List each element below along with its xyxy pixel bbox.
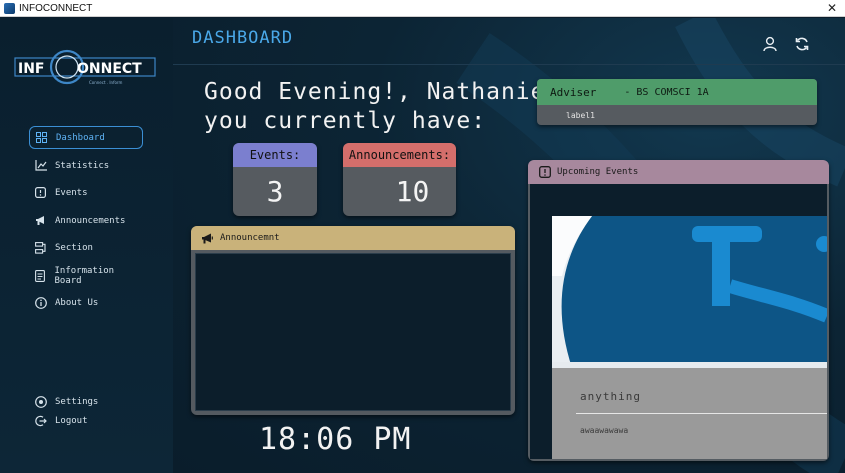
adviser-name: label1 xyxy=(566,110,595,120)
sidebar-item-label: Information Board xyxy=(54,265,115,286)
event-title: anything xyxy=(580,390,641,403)
upcoming-events-header: Upcoming Events xyxy=(528,160,829,184)
sidebar-item-about-us[interactable]: About Us xyxy=(29,291,143,314)
sidebar-item-logout[interactable]: Logout xyxy=(29,409,143,432)
settings-icon xyxy=(34,395,47,408)
clock-time: 18:06 PM xyxy=(259,422,412,457)
main-content: DASHBOARD Good Evening!, Nathaniel you c… xyxy=(173,18,845,473)
logo-text-right: ONNECT xyxy=(77,61,142,77)
adviser-section: - BS COMSCI 1A xyxy=(624,86,709,98)
sidebar-item-label: About Us xyxy=(55,297,99,308)
sidebar: INF ONNECT Connect . Inform Dashboard St… xyxy=(0,18,173,473)
section-icon xyxy=(34,241,47,254)
greeting-line2: you currently have: xyxy=(204,108,487,134)
announcements-count-card: Announcements: 10 xyxy=(343,143,456,216)
adviser-card: Adviser - BS COMSCI 1A label1 xyxy=(537,79,817,125)
events-icon xyxy=(34,186,47,199)
event-description: awaawawawa xyxy=(580,426,629,435)
information-board-icon xyxy=(34,269,46,282)
sidebar-item-information-board[interactable]: Information Board xyxy=(29,264,143,287)
sidebar-item-label: Events xyxy=(55,187,88,198)
sidebar-item-label: Section xyxy=(55,242,93,253)
event-divider xyxy=(576,413,827,414)
user-icon[interactable] xyxy=(762,36,778,52)
megaphone-icon xyxy=(201,232,214,245)
logo-text-left: INF xyxy=(18,61,45,77)
events-count-card: Events: 3 xyxy=(233,143,317,216)
event-card[interactable]: anything awaawawawa xyxy=(552,368,827,459)
refresh-icon[interactable] xyxy=(794,36,810,52)
sidebar-item-label: Announcements xyxy=(55,215,126,226)
greeting-text: Good Evening!, Nathaniel you currently h… xyxy=(204,78,560,136)
announcements-count-label: Announcements: xyxy=(343,143,456,167)
announcement-list[interactable] xyxy=(195,253,511,411)
sidebar-item-label: Logout xyxy=(55,415,88,426)
sidebar-item-label: Statistics xyxy=(55,160,110,171)
announcement-panel-header: Announcemnt xyxy=(191,226,515,250)
infoconnect-logo: INF ONNECT Connect . Inform xyxy=(14,49,156,85)
close-button[interactable]: ✕ xyxy=(825,0,839,17)
events-count-value: 3 xyxy=(266,175,284,208)
upcoming-events-panel: Upcoming Events anything awaawawawa xyxy=(528,160,829,461)
event-image xyxy=(552,216,827,368)
sidebar-item-events[interactable]: Events xyxy=(29,181,143,204)
sidebar-item-label: Settings xyxy=(55,396,99,407)
announcement-panel-title: Announcemnt xyxy=(220,233,280,243)
sidebar-item-label: Dashboard xyxy=(56,132,105,143)
sidebar-item-section[interactable]: Section xyxy=(29,236,143,259)
announcements-count-value: 10 xyxy=(395,175,430,208)
megaphone-icon xyxy=(34,214,47,227)
sidebar-item-statistics[interactable]: Statistics xyxy=(29,154,143,177)
info-icon xyxy=(34,296,47,309)
header-divider xyxy=(173,64,845,65)
logo-tagline: Connect . Inform xyxy=(89,80,122,85)
upcoming-events-title: Upcoming Events xyxy=(557,167,639,177)
events-icon xyxy=(538,166,551,179)
adviser-header: Adviser - BS COMSCI 1A xyxy=(537,79,817,105)
dashboard-icon xyxy=(35,131,48,144)
statistics-icon xyxy=(34,159,47,172)
sidebar-item-dashboard[interactable]: Dashboard xyxy=(29,126,143,149)
page-title: DASHBOARD xyxy=(192,28,294,48)
announcement-panel: Announcemnt xyxy=(191,226,515,415)
upcoming-events-list[interactable]: anything awaawawawa xyxy=(528,184,829,461)
sidebar-item-announcements[interactable]: Announcements xyxy=(29,209,143,232)
greeting-line1: Good Evening!, Nathaniel xyxy=(204,79,561,105)
adviser-label: Adviser xyxy=(550,85,597,99)
window-title: INFOCONNECT xyxy=(19,2,93,14)
logout-icon xyxy=(34,414,47,427)
window-titlebar: INFOCONNECT ✕ xyxy=(0,0,845,17)
app-icon xyxy=(4,2,15,14)
events-count-label: Events: xyxy=(233,143,317,167)
